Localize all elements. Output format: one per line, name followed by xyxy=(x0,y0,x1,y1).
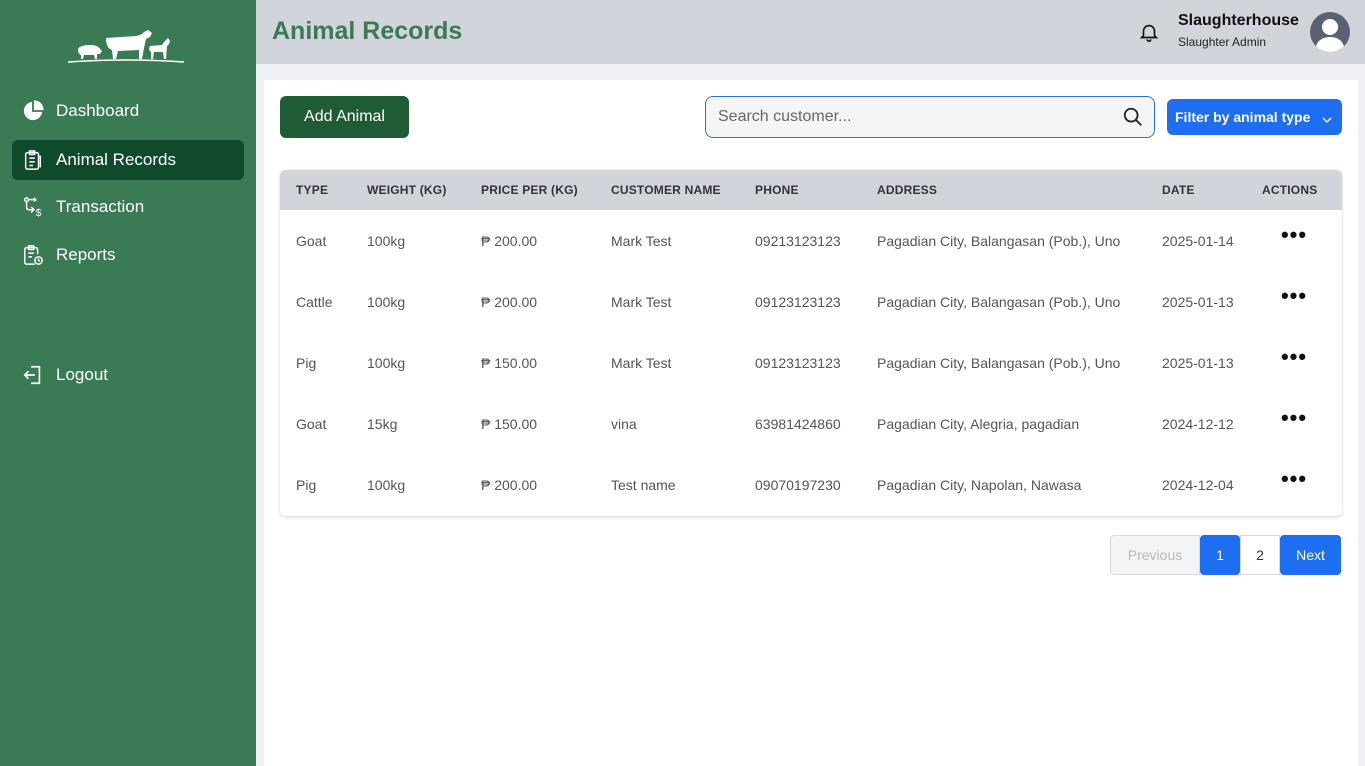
page-2-button[interactable]: 2 xyxy=(1240,535,1280,575)
column-header-weight[interactable]: WEIGHT (KG) xyxy=(351,170,465,210)
more-options-icon[interactable]: ••• xyxy=(1281,223,1307,245)
table-header-row: TYPE WEIGHT (KG) PRICE PER (KG) CUSTOMER… xyxy=(280,170,1342,210)
cell-address: Pagadian City, Alegria, pagadian xyxy=(877,415,1080,432)
clipboard-icon xyxy=(22,149,44,171)
avatar[interactable] xyxy=(1310,12,1350,52)
cell-weight: 100kg xyxy=(367,354,406,371)
cell-type: Cattle xyxy=(296,293,333,310)
cell-price: ₱ 200.00 xyxy=(481,476,538,493)
cell-price: ₱ 200.00 xyxy=(481,293,538,310)
cell-type: Goat xyxy=(296,415,327,432)
cell-customer: Mark Test xyxy=(611,354,672,371)
cell-price: ₱ 150.00 xyxy=(481,415,538,432)
user-name: Slaughterhouse xyxy=(1178,12,1299,29)
filter-animal-type-dropdown[interactable]: Filter by animal type xyxy=(1167,99,1342,135)
previous-page-button[interactable]: Previous xyxy=(1110,535,1200,575)
column-header-phone[interactable]: PHONE xyxy=(739,170,861,210)
cell-phone: 09123123123 xyxy=(755,293,841,310)
sidebar-item-animal-records[interactable]: Animal Records xyxy=(12,140,244,180)
table-row: Pig 100kg ₱ 200.00 Test name 09070197230… xyxy=(280,454,1342,515)
sidebar-item-transaction[interactable]: $ Transaction xyxy=(12,187,244,227)
cell-type: Pig xyxy=(296,476,317,493)
page-1-button[interactable]: 1 xyxy=(1200,535,1240,575)
logout-label: Logout xyxy=(56,365,108,384)
column-header-type[interactable]: TYPE xyxy=(280,170,351,210)
cell-phone: 63981424860 xyxy=(755,415,841,432)
cell-weight: 100kg xyxy=(367,293,406,310)
cell-weight: 100kg xyxy=(367,232,406,249)
table-row: Goat 100kg ₱ 200.00 Mark Test 0921312312… xyxy=(280,210,1342,271)
column-header-date[interactable]: DATE xyxy=(1146,170,1246,210)
cell-weight: 15kg xyxy=(367,415,398,432)
cell-price: ₱ 150.00 xyxy=(481,354,538,371)
table-row: Cattle 100kg ₱ 200.00 Mark Test 09123123… xyxy=(280,271,1342,332)
logout-icon xyxy=(22,364,44,386)
sidebar-item-reports[interactable]: Reports xyxy=(12,235,244,275)
more-options-icon[interactable]: ••• xyxy=(1281,406,1307,428)
cell-date: 2025-01-13 xyxy=(1162,293,1234,310)
cell-customer: vina xyxy=(611,415,637,432)
cell-customer: Mark Test xyxy=(611,232,672,249)
user-role: Slaughter Admin xyxy=(1178,35,1267,49)
sidebar-item-label: Dashboard xyxy=(56,101,140,120)
table-row: Pig 100kg ₱ 150.00 Mark Test 09123123123… xyxy=(280,332,1342,393)
cell-type: Goat xyxy=(296,232,327,249)
cell-phone: 09123123123 xyxy=(755,354,841,371)
more-options-icon[interactable]: ••• xyxy=(1281,467,1307,489)
column-header-address[interactable]: ADDRESS xyxy=(861,170,1146,210)
pagination: Previous 1 2 Next xyxy=(1110,535,1341,575)
add-animal-button[interactable]: Add Animal xyxy=(280,96,409,138)
cell-phone: 09070197230 xyxy=(755,476,841,493)
chevron-down-icon xyxy=(1322,112,1332,123)
sidebar-item-dashboard[interactable]: Dashboard xyxy=(12,91,244,131)
column-header-price[interactable]: PRICE PER (KG) xyxy=(465,170,595,210)
transaction-icon: $ xyxy=(22,196,44,218)
sidebar-item-label: Transaction xyxy=(56,197,145,216)
main-panel: Add Animal Filter by animal type TYPE WE… xyxy=(264,80,1358,766)
cell-customer: Test name xyxy=(611,476,676,493)
search-input[interactable] xyxy=(706,97,1116,137)
cell-address: Pagadian City, Balangasan (Pob.), Uno xyxy=(877,293,1121,310)
svg-text:$: $ xyxy=(36,208,42,218)
cell-actions: ••• xyxy=(1246,393,1342,454)
cell-price: ₱ 200.00 xyxy=(481,232,538,249)
cell-address: Pagadian City, Balangasan (Pob.), Uno xyxy=(877,232,1121,249)
sidebar-item-label: Animal Records xyxy=(56,150,176,169)
cell-date: 2024-12-12 xyxy=(1162,415,1234,432)
livestock-logo-icon xyxy=(66,24,186,68)
column-header-customer[interactable]: CUSTOMER NAME xyxy=(595,170,739,210)
pie-chart-icon xyxy=(22,100,44,122)
cell-actions: ••• xyxy=(1246,454,1342,515)
cell-date: 2025-01-13 xyxy=(1162,354,1234,371)
cell-actions: ••• xyxy=(1246,210,1342,271)
report-icon xyxy=(22,244,44,266)
column-header-actions: ACTIONS xyxy=(1262,183,1318,197)
cell-address: Pagadian City, Balangasan (Pob.), Uno xyxy=(877,354,1121,371)
logout-button[interactable]: Logout xyxy=(12,355,244,395)
filter-label: Filter by animal type xyxy=(1175,109,1311,125)
cell-actions: ••• xyxy=(1246,271,1342,332)
page-title: Animal Records xyxy=(272,17,463,45)
cell-actions: ••• xyxy=(1246,332,1342,393)
next-page-button[interactable]: Next xyxy=(1280,535,1341,575)
table-row: Goat 15kg ₱ 150.00 vina 63981424860 Paga… xyxy=(280,393,1342,454)
top-bar: Animal Records Slaughterhouse Slaughter … xyxy=(256,0,1365,64)
search-box xyxy=(705,96,1155,138)
animal-records-table: TYPE WEIGHT (KG) PRICE PER (KG) CUSTOMER… xyxy=(280,170,1342,516)
bell-icon[interactable] xyxy=(1138,20,1160,44)
cell-date: 2025-01-14 xyxy=(1162,232,1234,249)
sidebar: Dashboard Animal Records $ Transaction R… xyxy=(0,0,256,766)
cell-weight: 100kg xyxy=(367,476,406,493)
more-options-icon[interactable]: ••• xyxy=(1281,345,1307,367)
cell-phone: 09213123123 xyxy=(755,232,841,249)
more-options-icon[interactable]: ••• xyxy=(1281,284,1307,306)
cell-type: Pig xyxy=(296,354,317,371)
cell-address: Pagadian City, Napolan, Nawasa xyxy=(877,476,1082,493)
cell-date: 2024-12-04 xyxy=(1162,476,1234,493)
cell-customer: Mark Test xyxy=(611,293,672,310)
search-icon[interactable] xyxy=(1122,106,1144,128)
sidebar-item-label: Reports xyxy=(56,245,116,264)
